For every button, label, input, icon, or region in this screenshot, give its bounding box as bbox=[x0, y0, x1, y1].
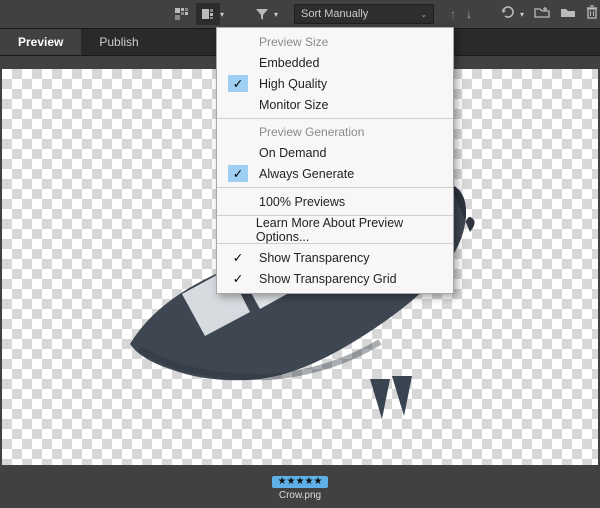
star-icon: ★ bbox=[287, 477, 296, 487]
menu-item-show-transparency[interactable]: ✓ Show Transparency bbox=[217, 247, 453, 268]
filter-icon[interactable] bbox=[250, 3, 274, 25]
sort-desc-icon[interactable]: ↓ bbox=[466, 7, 472, 21]
folder-icon[interactable] bbox=[560, 5, 576, 23]
menu-item-label: Monitor Size bbox=[259, 98, 328, 112]
rating-stars[interactable]: ★ ★ ★ ★ ★ bbox=[272, 476, 329, 488]
check-icon: ✓ bbox=[228, 165, 248, 182]
rotate-icon[interactable] bbox=[500, 5, 516, 24]
menu-separator bbox=[217, 118, 453, 119]
star-icon: ★ bbox=[313, 477, 322, 487]
file-name: Crow.png bbox=[279, 490, 321, 501]
star-icon: ★ bbox=[296, 477, 305, 487]
sort-label: Sort Manually bbox=[301, 8, 368, 20]
check-icon: ✓ bbox=[228, 249, 248, 266]
tab-publish[interactable]: Publish bbox=[81, 29, 156, 55]
menu-item-embedded[interactable]: Embedded bbox=[217, 52, 453, 73]
menu-item-label: Show Transparency bbox=[259, 251, 369, 265]
menu-item-monitor-size[interactable]: Monitor Size bbox=[217, 94, 453, 115]
menu-header-preview-size: Preview Size bbox=[217, 32, 453, 52]
menu-item-100-percent[interactable]: 100% Previews bbox=[217, 191, 453, 212]
new-folder-icon[interactable] bbox=[534, 5, 550, 23]
sort-asc-icon[interactable]: ↑ bbox=[450, 7, 456, 21]
menu-item-always-generate[interactable]: ✓ Always Generate bbox=[217, 163, 453, 184]
menu-item-show-transparency-grid[interactable]: ✓ Show Transparency Grid bbox=[217, 268, 453, 289]
chevron-down-icon: ⌄ bbox=[420, 10, 427, 19]
star-icon: ★ bbox=[304, 477, 313, 487]
menu-header-preview-generation: Preview Generation bbox=[217, 122, 453, 142]
thumb-grid-icon[interactable] bbox=[170, 3, 194, 25]
check-icon: ✓ bbox=[228, 75, 248, 92]
toolbar-right: ↑ ↓ ▾ bbox=[450, 5, 598, 24]
preview-options-menu: Preview Size Embedded ✓ High Quality Mon… bbox=[216, 27, 454, 294]
menu-item-label: On Demand bbox=[259, 146, 326, 160]
star-icon: ★ bbox=[278, 477, 287, 487]
chevron-down-icon[interactable]: ▾ bbox=[520, 10, 524, 19]
toolbar: ▾ ▾ Sort Manually ⌄ ↑ ↓ ▾ bbox=[0, 0, 600, 28]
item-footer: ★ ★ ★ ★ ★ Crow.png bbox=[0, 468, 600, 508]
thumb-quality-icon[interactable] bbox=[196, 3, 220, 25]
sort-dropdown[interactable]: Sort Manually ⌄ bbox=[294, 4, 434, 24]
menu-item-high-quality[interactable]: ✓ High Quality bbox=[217, 73, 453, 94]
menu-separator bbox=[217, 187, 453, 188]
menu-item-label: 100% Previews bbox=[259, 195, 345, 209]
menu-item-learn-more[interactable]: Learn More About Preview Options... bbox=[217, 219, 453, 240]
menu-item-label: Learn More About Preview Options... bbox=[256, 216, 445, 244]
tab-preview[interactable]: Preview bbox=[0, 29, 81, 55]
menu-item-label: High Quality bbox=[259, 77, 327, 91]
trash-icon[interactable] bbox=[586, 5, 598, 24]
menu-item-label: Show Transparency Grid bbox=[259, 272, 397, 286]
chevron-down-icon[interactable]: ▾ bbox=[274, 10, 278, 19]
chevron-down-icon[interactable]: ▾ bbox=[220, 10, 224, 19]
menu-item-on-demand[interactable]: On Demand bbox=[217, 142, 453, 163]
check-icon: ✓ bbox=[228, 270, 248, 287]
menu-item-label: Embedded bbox=[259, 56, 319, 70]
menu-item-label: Always Generate bbox=[259, 167, 354, 181]
